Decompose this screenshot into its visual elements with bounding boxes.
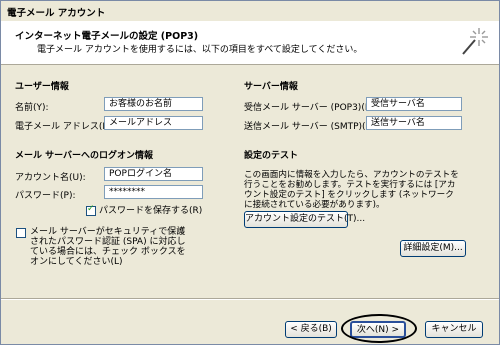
window-title: 電子メール アカウント <box>7 8 106 19</box>
outgoing-server-label: 送信メール サーバー (SMTP)(O): <box>244 122 380 132</box>
cancel-button[interactable]: キャンセル <box>425 321 483 338</box>
server-info-heading: サーバー情報 <box>244 82 298 92</box>
password-label: パスワード(P): <box>15 191 76 201</box>
footer-separator <box>1 298 499 300</box>
page-subtitle: 電子メール アカウントを使用するには、以下の項目をすべて設定してください。 <box>37 45 363 55</box>
settings-body: ユーザー情報 名前(Y): お客様のお名前 電子メール アドレス(E): メール… <box>1 65 499 295</box>
email-field[interactable]: メールアドレス <box>104 116 203 130</box>
title-bar[interactable]: 電子メール アカウント <box>1 1 499 21</box>
incoming-server-field[interactable]: 受信サーバ名 <box>366 97 462 111</box>
test-account-button[interactable]: アカウント設定のテスト(T)... <box>244 211 365 228</box>
email-account-dialog: 電子メール アカウント インターネット電子メールの設定 (POP3) 電子メール… <box>0 0 500 345</box>
page-title: インターネット電子メールの設定 (POP3) <box>15 31 199 42</box>
user-info-heading: ユーザー情報 <box>15 82 69 92</box>
name-field[interactable]: お客様のお名前 <box>104 97 203 111</box>
test-description: この画面内に情報を入力したら、アカウントのテストを行うことをお勧めします。テスト… <box>244 170 459 210</box>
remember-password-checkbox[interactable] <box>86 204 96 216</box>
name-label: 名前(Y): <box>15 103 49 113</box>
account-name-field[interactable]: POPログイン名 <box>104 167 203 181</box>
test-heading: 設定のテスト <box>244 151 299 161</box>
next-button[interactable]: 次へ(N) > <box>350 321 406 338</box>
account-name-label: アカウント名(U): <box>15 173 86 183</box>
email-label: 電子メール アドレス(E): <box>15 122 115 132</box>
logon-info-heading: メール サーバーへのログオン情報 <box>15 151 154 161</box>
remember-password-label: パスワードを保存する(R) <box>99 206 203 216</box>
wizard-header: インターネット電子メールの設定 (POP3) 電子メール アカウントを使用するに… <box>1 21 499 65</box>
spa-label: メール サーバーがセキュリティで保護されたパスワード認証 (SPA) に対応して… <box>30 227 186 267</box>
incoming-server-label: 受信メール サーバー (POP3)(I): <box>244 103 375 113</box>
outgoing-server-field[interactable]: 送信サーバ名 <box>366 116 462 130</box>
password-field[interactable]: ******** <box>104 185 203 199</box>
wand-sparkle-icon <box>462 28 488 55</box>
advanced-settings-button[interactable]: 詳細設定(M)... <box>400 240 466 257</box>
back-button[interactable]: < 戻る(B) <box>285 321 337 338</box>
spa-checkbox[interactable] <box>16 228 26 238</box>
